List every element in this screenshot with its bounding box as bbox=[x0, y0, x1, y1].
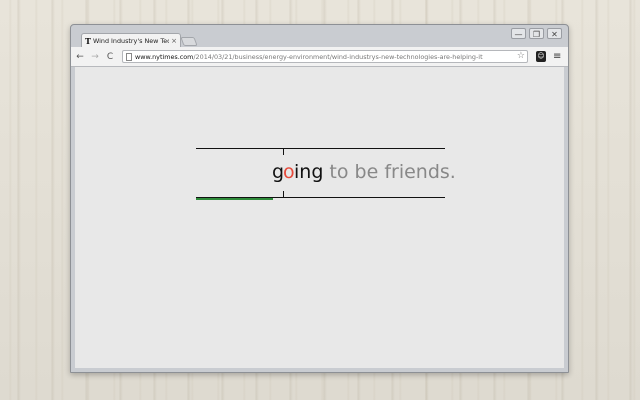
url-text[interactable]: www.nytimes.com/2014/03/21/business/ener… bbox=[135, 53, 517, 61]
browser-window: T Wind Industry's New Tec × — ❐ ✕ ← → C … bbox=[70, 24, 569, 373]
browser-tab[interactable]: T Wind Industry's New Tec × bbox=[81, 33, 181, 48]
bookmark-star-icon[interactable]: ☆ bbox=[517, 52, 525, 61]
new-tab-button[interactable] bbox=[180, 37, 198, 46]
browser-toolbar: ← → C www.nytimes.com/2014/03/21/busines… bbox=[71, 47, 568, 67]
tab-close-icon[interactable]: × bbox=[171, 37, 177, 45]
reader-word-row: g o ing to be friends. bbox=[164, 159, 464, 185]
extension-icon[interactable]: ☺ bbox=[536, 51, 546, 62]
reader-top-focus-tick bbox=[283, 149, 284, 155]
page-content: g o ing to be friends. bbox=[75, 67, 564, 368]
focus-letter: o bbox=[283, 161, 295, 183]
maximize-button[interactable]: ❐ bbox=[529, 28, 544, 39]
address-bar[interactable]: www.nytimes.com/2014/03/21/business/ener… bbox=[122, 50, 528, 63]
reader-top-guide bbox=[196, 148, 445, 149]
url-host: www.nytimes.com bbox=[135, 52, 194, 61]
window-controls: — ❐ ✕ bbox=[511, 28, 562, 39]
page-icon bbox=[126, 52, 132, 61]
tab-title: Wind Industry's New Tec bbox=[92, 37, 170, 45]
nytimes-favicon-icon: T bbox=[85, 36, 91, 46]
minimize-button[interactable]: — bbox=[511, 28, 526, 39]
upcoming-text: to be friends. bbox=[323, 161, 456, 183]
word-remainder: ing bbox=[294, 161, 324, 183]
chrome-menu-icon[interactable]: ≡ bbox=[553, 50, 561, 63]
close-window-button[interactable]: ✕ bbox=[547, 28, 562, 39]
reload-button[interactable]: C bbox=[104, 52, 116, 62]
reading-progress-bar bbox=[196, 198, 273, 200]
word-after-focus: ing to be friends. bbox=[294, 159, 456, 185]
url-path: /2014/03/21/business/energy-environment/… bbox=[193, 52, 483, 61]
back-button[interactable]: ← bbox=[74, 52, 86, 62]
forward-button[interactable]: → bbox=[89, 52, 101, 62]
